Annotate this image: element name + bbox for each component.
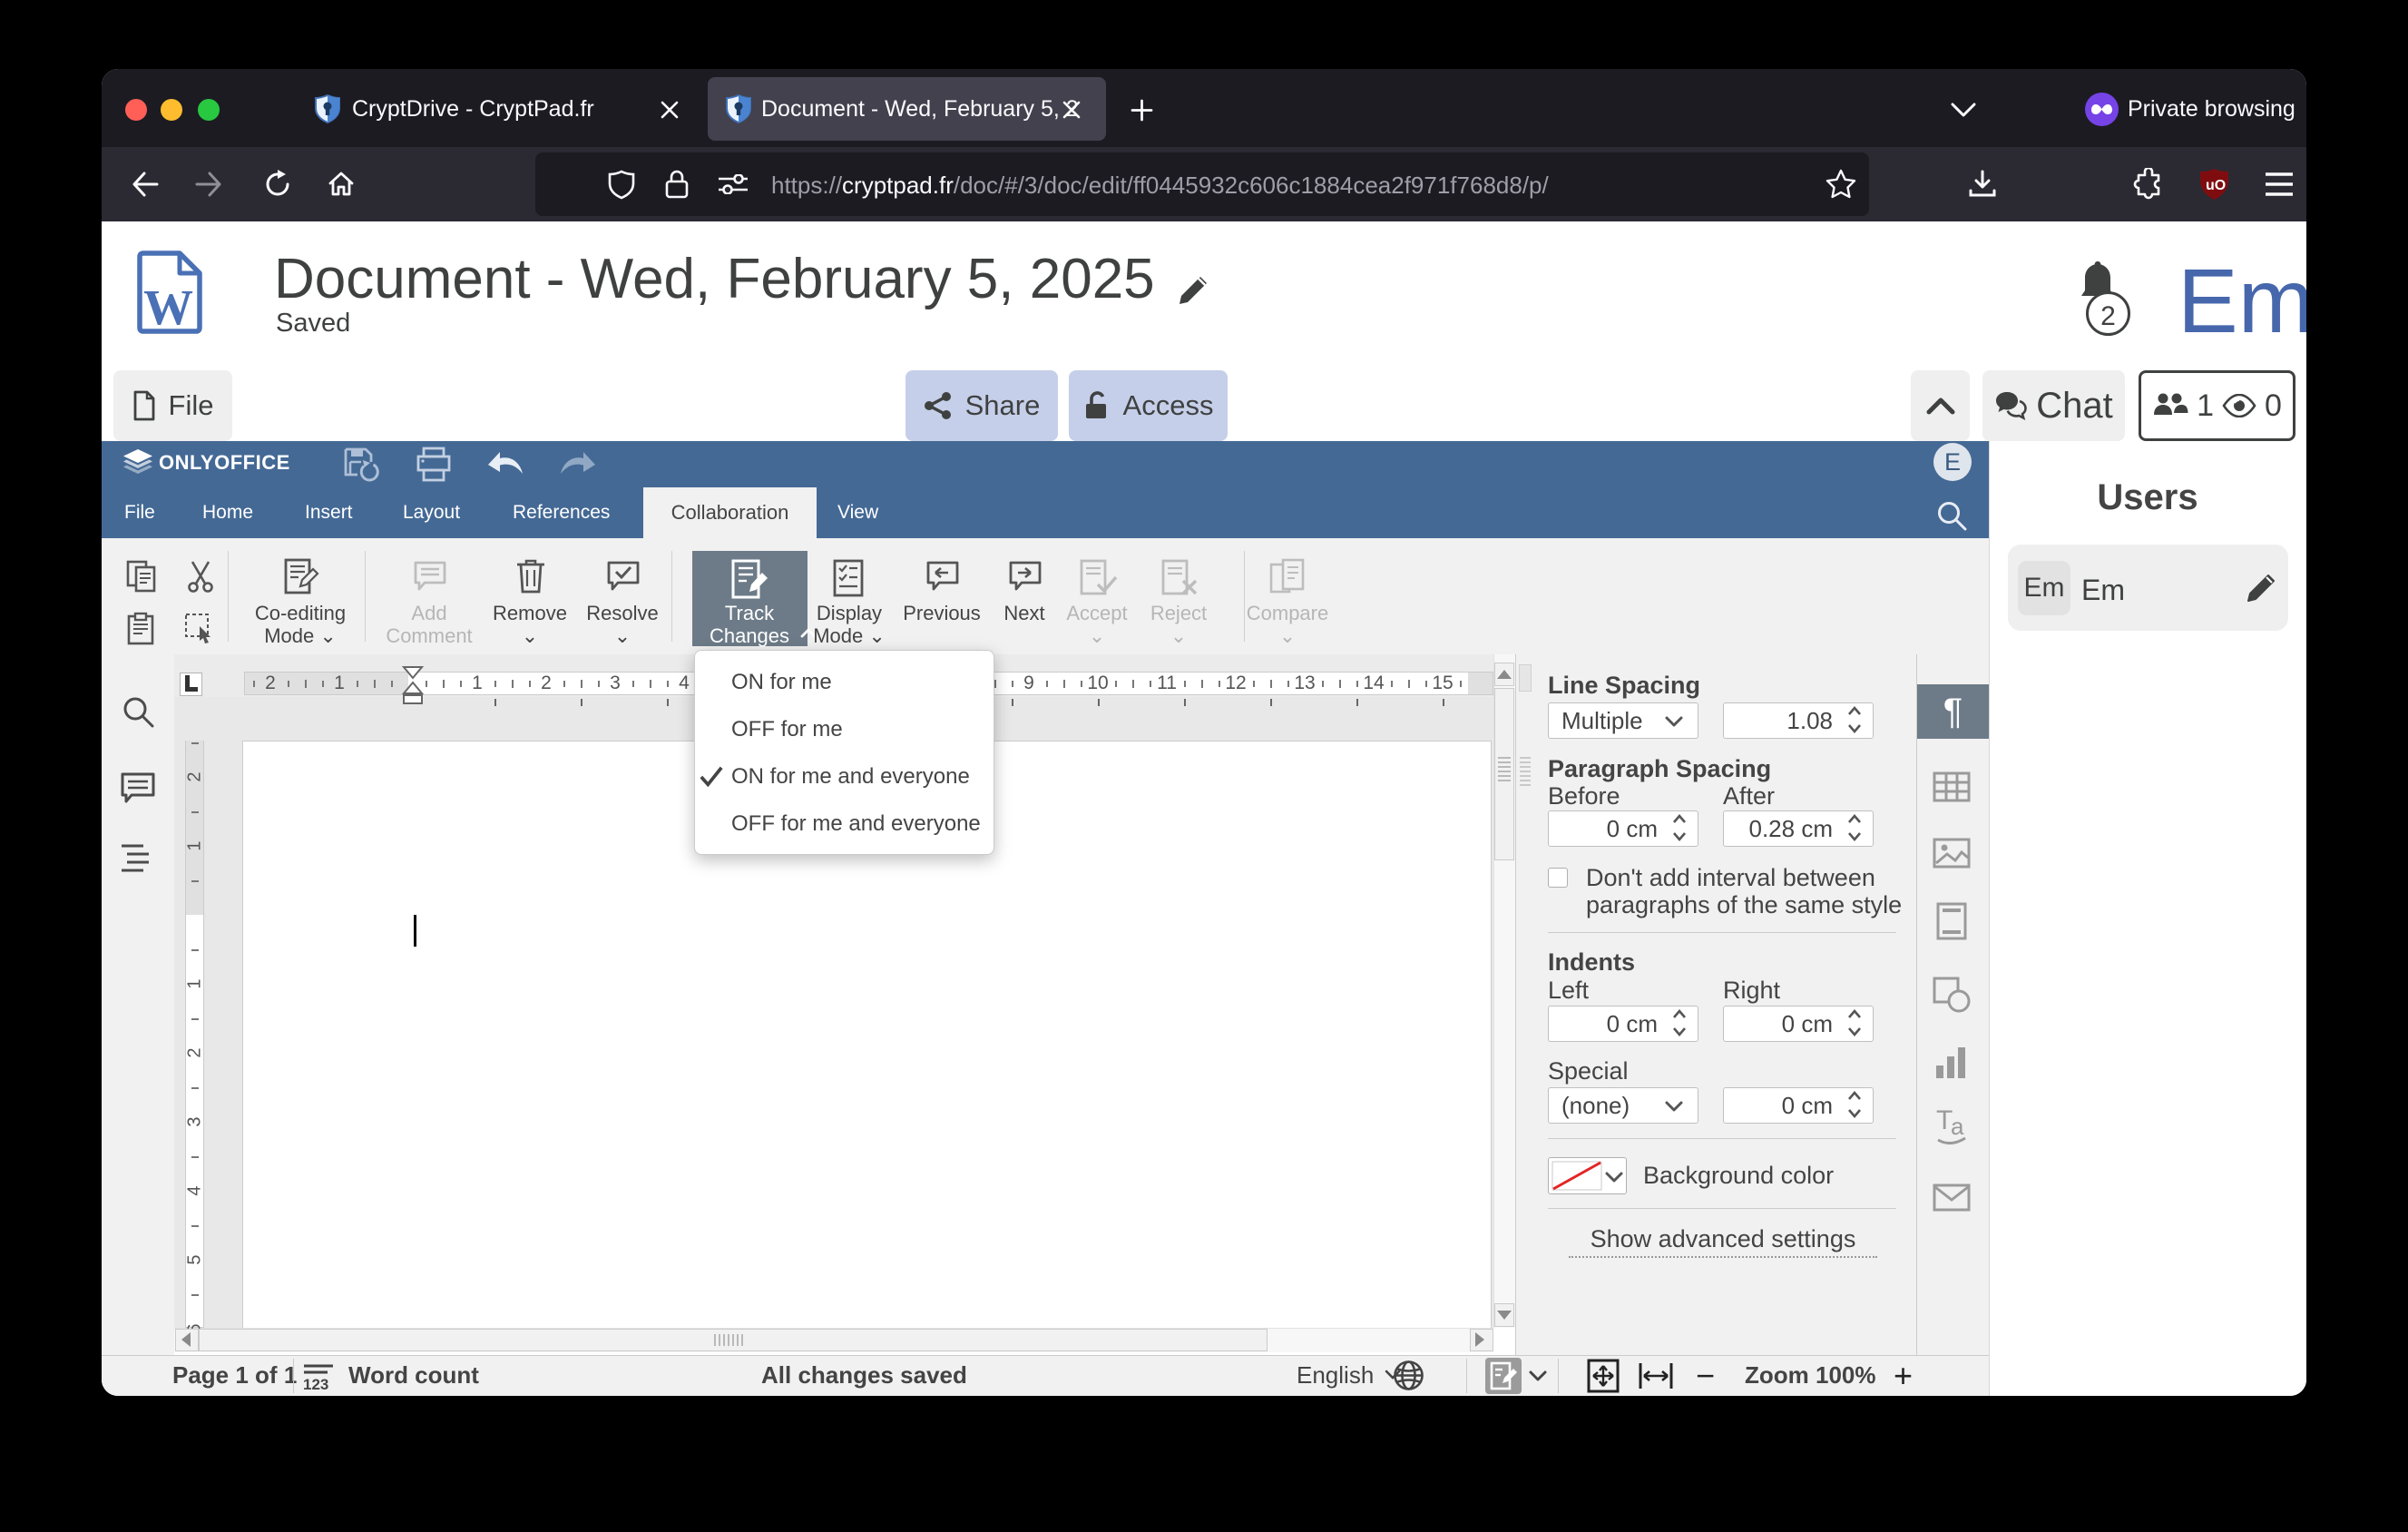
svg-text:W: W — [143, 280, 193, 335]
svg-text:a: a — [1951, 1113, 1964, 1140]
svg-text:uO: uO — [2206, 178, 2226, 193]
svg-text:123: 123 — [303, 1376, 328, 1392]
